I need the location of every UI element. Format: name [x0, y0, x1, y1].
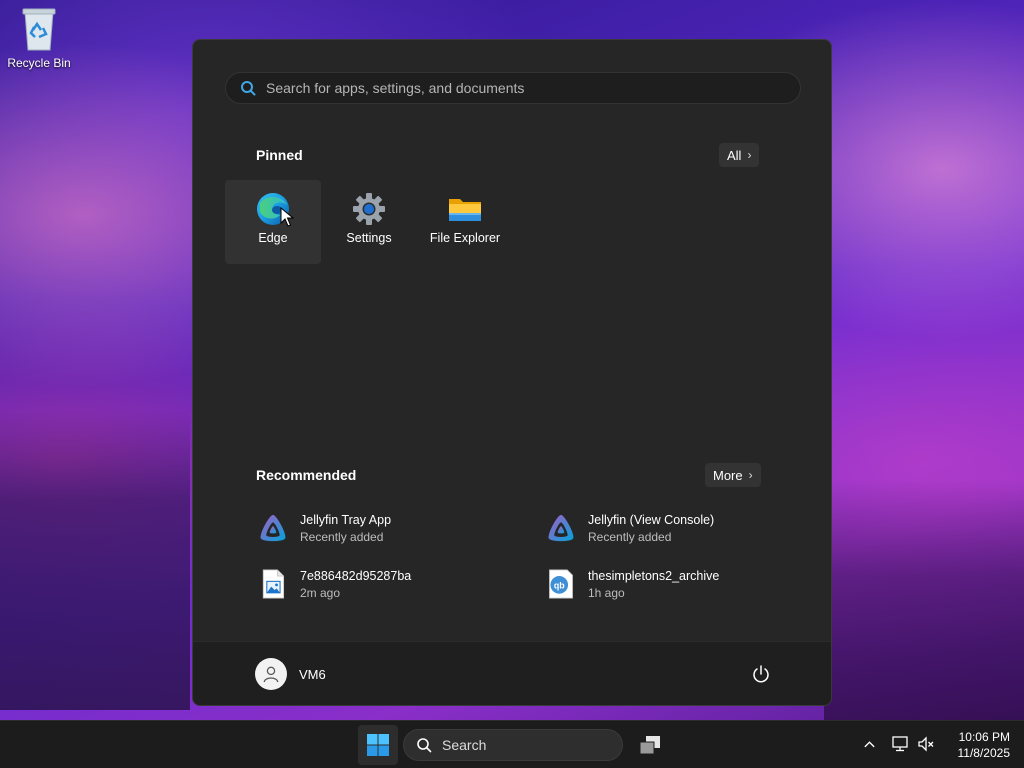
chevron-up-icon	[863, 740, 875, 747]
start-button[interactable]	[358, 725, 398, 765]
taskbar: Search 10:06 PM 11/8/2025	[0, 720, 1024, 768]
task-view-icon	[639, 736, 660, 755]
mouse-cursor-icon	[280, 207, 294, 227]
recommended-item-sub: 1h ago	[588, 585, 625, 600]
search-icon	[417, 738, 432, 753]
clock-time: 10:06 PM	[958, 730, 1010, 744]
svg-text:qb: qb	[554, 580, 565, 590]
start-menu-footer: VM6	[193, 641, 831, 705]
start-search-box[interactable]	[225, 72, 801, 104]
jellyfin-icon	[544, 511, 578, 545]
pinned-app-file-explorer[interactable]: File Explorer	[417, 180, 513, 264]
recommended-item-name: Jellyfin Tray App	[300, 512, 392, 527]
windows-logo-icon	[367, 734, 389, 756]
network-icon[interactable]	[891, 735, 909, 753]
jellyfin-icon	[256, 511, 290, 545]
show-hidden-icons-chevron-up-icon[interactable]	[860, 735, 878, 753]
avatar	[255, 658, 287, 690]
gear-icon	[353, 193, 385, 225]
task-view-button[interactable]	[630, 725, 670, 765]
folder-icon	[449, 199, 481, 221]
system-clock[interactable]: 10:06 PM 11/8/2025	[944, 729, 1011, 761]
image-file-icon	[256, 567, 290, 601]
taskbar-search-box[interactable]: Search	[403, 729, 623, 761]
recommended-item[interactable]: qb thesimpletons2_archive 1h ago	[544, 564, 804, 604]
recommended-item-name: Jellyfin (View Console)	[588, 512, 715, 527]
pinned-title: Pinned	[256, 147, 303, 163]
taskbar-search-label: Search	[442, 737, 487, 753]
recycle-bin-icon	[22, 8, 56, 51]
more-button[interactable]: More ›	[705, 463, 761, 487]
pinned-app-label: Settings	[346, 231, 392, 245]
user-name: VM6	[299, 666, 326, 682]
search-icon	[241, 81, 256, 96]
chevron-right-icon: ›	[748, 468, 753, 482]
desktop-icon-recycle-bin[interactable]: Recycle Bin	[4, 6, 74, 78]
qbittorrent-file-icon: qb	[544, 567, 578, 601]
pinned-app-label: Edge	[258, 231, 288, 245]
desktop-icon-label: Recycle Bin	[7, 56, 71, 70]
pinned-app-settings[interactable]: Settings	[321, 180, 417, 264]
recommended-item[interactable]: Jellyfin (View Console) Recently added	[544, 508, 804, 548]
wallpaper-shade-right	[824, 480, 1024, 720]
chevron-right-icon: ›	[747, 148, 752, 162]
recommended-item-sub: 2m ago	[300, 585, 341, 600]
pinned-app-label: File Explorer	[429, 231, 501, 245]
recommended-title: Recommended	[256, 467, 357, 483]
recommended-item-name: 7e886482d95287ba	[300, 568, 412, 583]
recommended-item-sub: Recently added	[300, 529, 384, 544]
power-icon[interactable]	[751, 664, 771, 684]
recommended-item[interactable]: Jellyfin Tray App Recently added	[256, 508, 516, 548]
more-label: More	[713, 467, 743, 483]
wallpaper-shade-left	[0, 410, 190, 710]
recommended-item[interactable]: 7e886482d95287ba 2m ago	[256, 564, 516, 604]
start-menu: Pinned All › Edge	[192, 39, 832, 706]
all-apps-button[interactable]: All ›	[719, 143, 760, 167]
pinned-app-edge[interactable]: Edge	[225, 180, 321, 264]
user-account-button[interactable]: VM6	[255, 658, 326, 690]
recommended-item-sub: Recently added	[588, 529, 672, 544]
user-icon	[263, 666, 279, 683]
volume-muted-icon[interactable]	[917, 735, 935, 753]
recommended-item-name: thesimpletons2_archive	[588, 568, 720, 583]
clock-date: 11/8/2025	[957, 746, 1011, 760]
all-apps-label: All	[727, 147, 742, 163]
start-search-input[interactable]	[266, 80, 766, 96]
